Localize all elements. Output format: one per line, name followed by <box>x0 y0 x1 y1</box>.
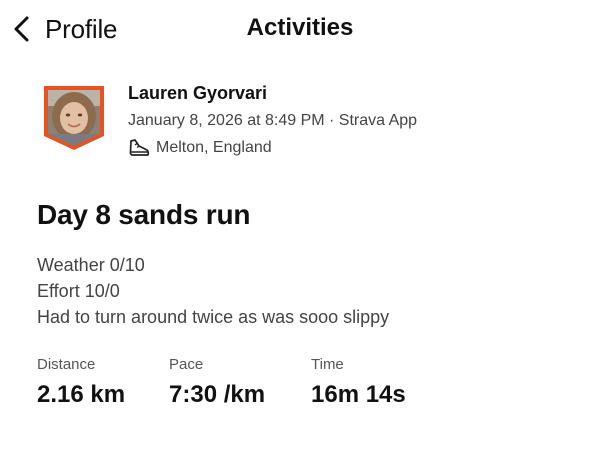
stat-label: Pace <box>169 356 204 373</box>
activity-date: January 8, 2026 at 8:49 PM · Strava App <box>128 112 418 129</box>
activity-location: Melton, England <box>128 138 272 158</box>
activity-description: Weather 0/10 Effort 10/0 Had to turn aro… <box>37 252 389 330</box>
page-title: Activities <box>246 14 354 41</box>
nav-header: Profile Activities <box>0 0 600 60</box>
description-line: Weather 0/10 <box>37 255 145 275</box>
stat-pace: Pace 7:30 /km <box>169 356 265 409</box>
stat-label: Time <box>311 356 344 373</box>
stat-value: 7:30 /km <box>169 381 266 408</box>
avatar[interactable] <box>42 84 106 152</box>
athlete-name[interactable]: Lauren Gyorvari <box>128 83 267 104</box>
athlete-header: Lauren Gyorvari January 8, 2026 at 8:49 … <box>42 82 562 172</box>
location-label: Melton, England <box>156 139 272 156</box>
description-line: Effort 10/0 <box>37 281 120 301</box>
shoe-icon <box>129 139 150 156</box>
stat-label: Distance <box>37 356 96 373</box>
stat-value: 2.16 km <box>37 381 126 408</box>
stat-time: Time 16m 14s <box>311 356 406 409</box>
description-line: Had to turn around twice as was sooo sli… <box>37 307 390 327</box>
activity-title: Day 8 sands run <box>37 199 251 230</box>
stat-value: 16m 14s <box>311 381 406 408</box>
stat-distance: Distance 2.16 km <box>37 356 125 409</box>
